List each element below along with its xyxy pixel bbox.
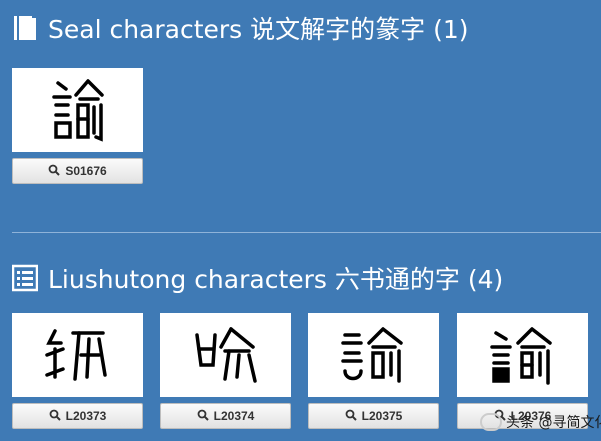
liushutong-char-card[interactable]: L20374	[160, 313, 291, 429]
watermark: 头条 @寻简文化	[480, 412, 601, 432]
liushutong-char-id-label: L20375	[361, 409, 403, 423]
liushutong-glyph-drawing	[489, 327, 552, 385]
section-divider	[12, 232, 601, 233]
list-icon	[11, 264, 39, 292]
search-icon	[49, 409, 61, 424]
search-icon	[345, 409, 357, 424]
liushutong-char-id-button[interactable]: L20373	[12, 403, 143, 429]
watermark-text: 头条 @寻简文化	[506, 415, 601, 431]
liushutong-glyph-drawing	[44, 329, 107, 381]
liushutong-glyph-drawing	[194, 327, 257, 383]
liushutong-char-id-button[interactable]: L20375	[308, 403, 439, 429]
liushutong-section-header: Liushutong characters 六书通的字 (4)	[11, 260, 504, 296]
liushutong-glyph-drawing	[340, 327, 403, 383]
liushutong-char-id-label: L20374	[213, 409, 255, 423]
seal-char-id-button[interactable]: S01676	[12, 158, 143, 184]
book-icon	[12, 14, 38, 42]
search-icon	[197, 409, 209, 424]
seal-glyph-image[interactable]	[12, 68, 143, 152]
liushutong-char-card[interactable]: L20375	[308, 313, 439, 429]
chat-bubble-icon	[480, 413, 502, 431]
seal-section-title: Seal characters 说文解字的篆字 (1)	[48, 15, 469, 44]
liushutong-char-card[interactable]: L20373	[12, 313, 143, 429]
liushutong-glyph-image[interactable]	[308, 313, 439, 397]
seal-char-card[interactable]: S01676	[12, 68, 143, 184]
liushutong-glyph-image[interactable]	[12, 313, 143, 397]
search-icon	[48, 164, 61, 179]
liushutong-glyph-image[interactable]	[457, 313, 588, 397]
seal-section-header: Seal characters 说文解字的篆字 (1)	[12, 10, 469, 46]
liushutong-char-id-label: L20373	[65, 409, 107, 423]
seal-glyph-drawing	[51, 79, 104, 142]
liushutong-char-id-button[interactable]: L20374	[160, 403, 291, 429]
seal-char-id-label: S01676	[65, 164, 107, 178]
liushutong-section-title: Liushutong characters 六书通的字 (4)	[48, 265, 504, 294]
liushutong-glyph-image[interactable]	[160, 313, 291, 397]
